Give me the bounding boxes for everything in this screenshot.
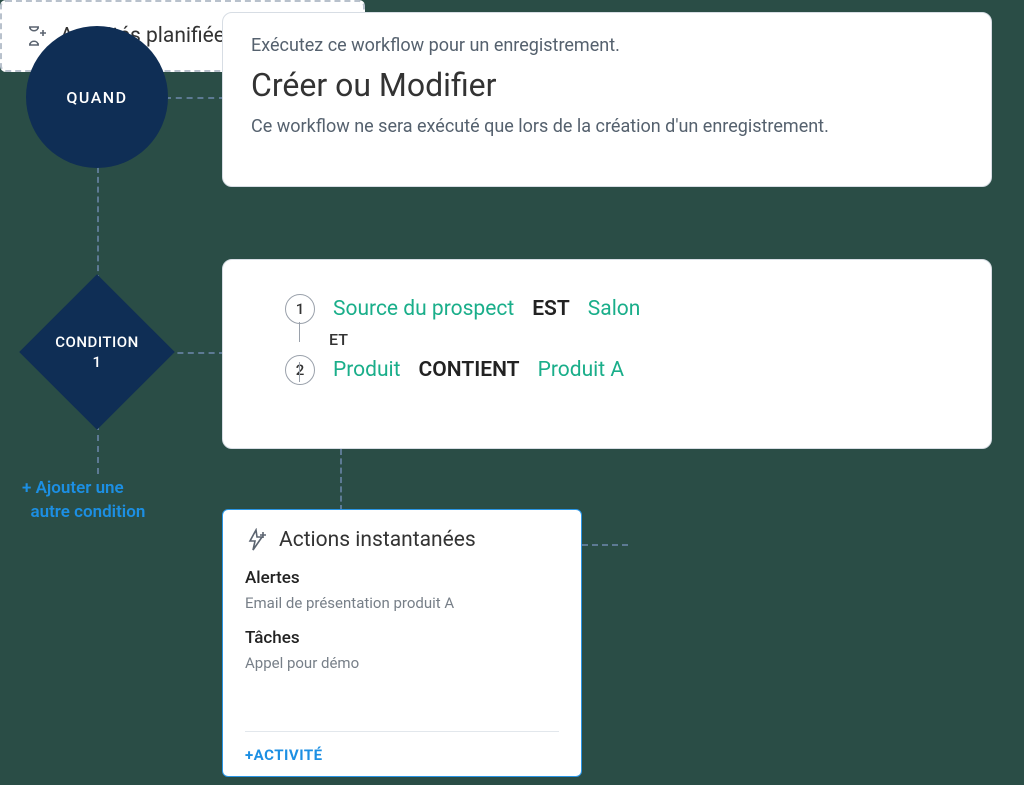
when-subtitle-1: Exécutez ce workflow pour un enregistrem… [251,35,963,56]
condition-node[interactable]: CONDITION 1 [23,278,171,426]
instant-actions-title: Actions instantanées [279,528,476,552]
connector [582,544,628,546]
add-condition-link[interactable]: + Ajouter une autre condition [22,476,145,524]
instant-actions-card[interactable]: Actions instantanées Alertes Email de pr… [222,509,582,777]
action-section-title: Tâches [245,628,559,648]
add-activity-button[interactable]: +ACTIVITÉ [245,731,559,764]
criterion-field: Source du prospect [333,297,514,321]
connector [340,449,342,511]
criterion-value: Produit A [538,358,624,382]
connector [97,424,99,474]
condition-and: ET [329,330,348,349]
condition-node-label: CONDITION 1 [55,332,138,372]
when-title: Créer ou Modifier [251,66,963,104]
connector [165,97,225,99]
action-item: Appel pour démo [245,654,559,672]
criterion-row: 1 Source du prospect EST Salon [285,294,963,324]
condition-card[interactable]: 1 Source du prospect EST Salon ET 2 Prod… [222,259,992,449]
when-subtitle-2: Ce workflow ne sera exécuté que lors de … [251,116,963,137]
when-card[interactable]: Exécutez ce workflow pour un enregistrem… [222,12,992,187]
action-item: Email de présentation produit A [245,594,559,612]
when-node[interactable]: QUAND [26,26,168,168]
connector [167,352,225,354]
connector [97,167,99,281]
criterion-operator: EST [532,297,570,321]
criterion-row: 2 Produit CONTIENT Produit A [285,355,963,385]
criterion-number: 1 [285,294,315,324]
criterion-operator: CONTIENT [419,358,520,382]
criterion-value: Salon [588,297,641,321]
criterion-field: Produit [333,358,401,382]
hourglass-plus-icon [24,24,48,48]
lightning-plus-icon [245,528,269,552]
when-node-label: QUAND [66,88,127,107]
criterion-number: 2 [285,355,315,385]
action-section-title: Alertes [245,568,559,588]
